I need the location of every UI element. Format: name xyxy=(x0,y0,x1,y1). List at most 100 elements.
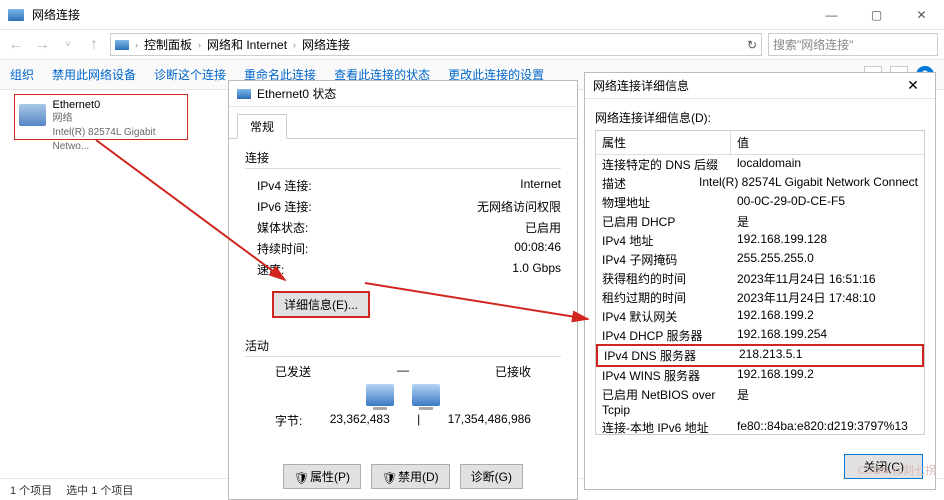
adapter-item[interactable]: Ethernet0 网络 Intel(R) 82574L Gigabit Net… xyxy=(14,94,188,140)
close-button[interactable]: ✕ xyxy=(899,0,944,30)
prop-cell: 已启用 NetBIOS over Tcpip xyxy=(596,385,731,418)
shield-icon: 🛡 xyxy=(382,471,394,483)
adapter-icon xyxy=(19,104,46,126)
val-cell: 192.168.199.2 xyxy=(731,366,924,385)
row-value: 已启用 xyxy=(525,219,561,236)
table-row[interactable]: IPv4 DNS 服务器218.213.5.1 xyxy=(596,344,924,367)
prop-cell: IPv4 WINS 服务器 xyxy=(596,366,731,385)
status-selection: 选中 1 个项目 xyxy=(66,482,133,498)
row-label: IPv6 连接: xyxy=(257,198,312,215)
tab-general[interactable]: 常规 xyxy=(237,114,287,139)
row-value: 无网络访问权限 xyxy=(477,198,561,215)
prop-cell: 获得租约的时间 xyxy=(596,269,731,288)
disable-button[interactable]: 🛡禁用(D) xyxy=(371,464,450,489)
monitor-icon xyxy=(366,384,394,406)
val-cell: localdomain xyxy=(731,155,924,174)
val-cell: 是 xyxy=(731,385,924,418)
val-cell: 218.213.5.1 xyxy=(733,346,922,365)
cmd-disable[interactable]: 禁用此网络设备 xyxy=(52,66,136,83)
table-row[interactable]: 描述Intel(R) 82574L Gigabit Network Connec… xyxy=(596,174,924,193)
prop-cell: 连接特定的 DNS 后缀 xyxy=(596,155,731,174)
prop-cell: 连接-本地 IPv6 地址 xyxy=(596,418,731,435)
breadcrumb-item[interactable]: 网络连接 xyxy=(302,36,350,53)
prop-cell: 物理地址 xyxy=(596,193,731,212)
row-value: 1.0 Gbps xyxy=(512,261,561,278)
details-button[interactable]: 详细信息(E)... xyxy=(273,292,369,317)
adapter-device: Intel(R) 82574L Gigabit Netwo... xyxy=(52,126,183,154)
breadcrumb[interactable]: › 控制面板› 网络和 Internet› 网络连接 ↻ xyxy=(110,33,762,56)
forward-button[interactable]: → xyxy=(32,36,52,54)
dialog-title: Ethernet0 状态 xyxy=(257,85,336,102)
watermark: CSDN @刘七拐 xyxy=(858,462,936,478)
table-row[interactable]: IPv4 默认网关192.168.199.2 xyxy=(596,307,924,326)
val-cell: 是 xyxy=(731,212,924,231)
bytes-sent: 23,362,483 xyxy=(330,412,390,429)
table-row[interactable]: 物理地址00-0C-29-0D-CE-F5 xyxy=(596,193,924,212)
breadcrumb-item[interactable]: 控制面板 xyxy=(144,36,192,53)
row-value: 00:08:46 xyxy=(514,240,561,257)
monitor-icon xyxy=(412,384,440,406)
location-icon xyxy=(115,40,129,50)
breadcrumb-item[interactable]: 网络和 Internet xyxy=(207,36,287,53)
window-title: 网络连接 xyxy=(32,6,80,23)
col-value: 值 xyxy=(731,131,755,154)
table-row[interactable]: 连接-本地 IPv6 地址fe80::84ba:e820:d219:3797%1… xyxy=(596,418,924,435)
table-row[interactable]: 已启用 DHCP是 xyxy=(596,212,924,231)
maximize-button[interactable]: ▢ xyxy=(854,0,899,30)
table-row[interactable]: 租约过期的时间2023年11月24日 17:48:10 xyxy=(596,288,924,307)
details-dialog: 网络连接详细信息 ✕ 网络连接详细信息(D): 属性 值 连接特定的 DNS 后… xyxy=(584,72,936,490)
app-icon xyxy=(8,9,24,21)
dialog-icon xyxy=(237,89,251,99)
prop-cell: IPv4 子网掩码 xyxy=(596,250,731,269)
prop-cell: IPv4 DNS 服务器 xyxy=(598,346,733,365)
val-cell: 192.168.199.2 xyxy=(731,307,924,326)
search-input[interactable]: 搜索"网络连接" xyxy=(768,33,938,56)
adapter-name: Ethernet0 xyxy=(52,98,183,112)
shield-icon: 🛡 xyxy=(294,471,306,483)
prop-cell: 已启用 DHCP xyxy=(596,212,731,231)
group-connection: 连接 xyxy=(245,149,561,166)
cmd-organize[interactable]: 组织 xyxy=(10,66,34,83)
prop-cell: IPv4 默认网关 xyxy=(596,307,731,326)
list-label: 网络连接详细信息(D): xyxy=(595,109,925,126)
recv-label: 已接收 xyxy=(495,363,531,380)
group-activity: 活动 xyxy=(245,337,561,354)
properties-button[interactable]: 🛡属性(P) xyxy=(283,464,361,489)
diagnose-button[interactable]: 诊断(G) xyxy=(460,464,523,489)
table-row[interactable]: 已启用 NetBIOS over Tcpip是 xyxy=(596,385,924,418)
sent-label: 已发送 xyxy=(275,363,311,380)
window-titlebar: 网络连接 — ▢ ✕ xyxy=(0,0,944,30)
val-cell: 2023年11月24日 17:48:10 xyxy=(731,288,924,307)
back-button[interactable]: ← xyxy=(6,36,26,54)
table-row[interactable]: IPv4 地址192.168.199.128 xyxy=(596,231,924,250)
table-row[interactable]: IPv4 WINS 服务器192.168.199.2 xyxy=(596,366,924,385)
close-button[interactable]: ✕ xyxy=(899,77,927,94)
table-row[interactable]: IPv4 子网掩码255.255.255.0 xyxy=(596,250,924,269)
details-list: 属性 值 连接特定的 DNS 后缀localdomain描述Intel(R) 8… xyxy=(595,130,925,435)
val-cell: 192.168.199.254 xyxy=(731,326,924,345)
table-row[interactable]: IPv4 DHCP 服务器192.168.199.254 xyxy=(596,326,924,345)
table-row[interactable]: 获得租约的时间2023年11月24日 16:51:16 xyxy=(596,269,924,288)
dialog-title: 网络连接详细信息 xyxy=(593,77,689,94)
val-cell: fe80::84ba:e820:d219:3797%13 xyxy=(731,418,924,435)
row-label: 速度: xyxy=(257,261,284,278)
row-value: Internet xyxy=(520,177,561,194)
address-bar: ← → ˅ ↑ › 控制面板› 网络和 Internet› 网络连接 ↻ 搜索"… xyxy=(0,30,944,60)
bytes-label: 字节: xyxy=(275,412,302,429)
prop-cell: 租约过期的时间 xyxy=(596,288,731,307)
bytes-recv: 17,354,486,986 xyxy=(448,412,531,429)
row-label: IPv4 连接: xyxy=(257,177,312,194)
table-row[interactable]: 连接特定的 DNS 后缀localdomain xyxy=(596,155,924,174)
prop-cell: IPv4 DHCP 服务器 xyxy=(596,326,731,345)
val-cell: Intel(R) 82574L Gigabit Network Connect xyxy=(693,174,924,193)
minimize-button[interactable]: — xyxy=(809,0,854,30)
val-cell: 2023年11月24日 16:51:16 xyxy=(731,269,924,288)
row-label: 持续时间: xyxy=(257,240,308,257)
row-label: 媒体状态: xyxy=(257,219,308,236)
cmd-diagnose[interactable]: 诊断这个连接 xyxy=(154,66,226,83)
col-property: 属性 xyxy=(596,131,731,154)
prop-cell: IPv4 地址 xyxy=(596,231,731,250)
up-button[interactable]: ↑ xyxy=(84,36,104,54)
history-button[interactable]: ˅ xyxy=(58,39,78,50)
refresh-button[interactable]: ↻ xyxy=(747,38,757,52)
